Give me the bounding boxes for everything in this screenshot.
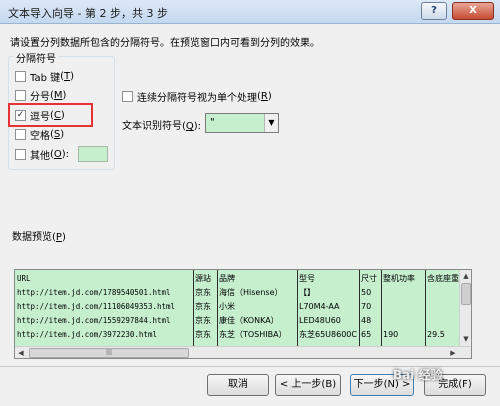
cell-weight: 29.5 [427,330,445,339]
data-preview-label: 数据预览(P) [12,232,66,243]
delimiter-semicolon-option[interactable]: 分号(M) [15,88,66,103]
table-row: http://item.jd.com/3972230.html 京东 东芝（TO… [15,328,459,341]
table-row: http://item.jd.com/1789540501.html 京东 海信… [15,286,459,299]
column-divider[interactable] [425,270,426,346]
cell-model: 东芝65U8600C [299,330,357,339]
cell-weight [425,314,459,327]
dropdown-arrow-icon[interactable]: ▼ [264,114,278,132]
vertical-scroll-thumb[interactable] [461,283,471,305]
cell-power: 整机功率 [383,274,415,283]
cell-source: 京东 [195,288,211,297]
column-divider[interactable] [193,270,194,346]
scroll-right-icon[interactable]: ▶ [447,347,459,358]
cell-size: 70 [361,302,372,311]
space-checkbox[interactable] [15,128,26,140]
column-divider[interactable] [297,270,298,346]
table-row: URL 源站 品牌 型号 尺寸 整机功率 含底座重 [15,272,459,285]
other-checkbox[interactable] [15,148,26,160]
data-preview-text: 数据预览 [12,232,52,243]
baidu-watermark: Bai 经验 [393,368,443,382]
space-hotkey: S [53,128,61,140]
tab-hotkey: T [64,70,71,82]
other-label: 其他 [30,150,50,162]
title-bar: 文本导入向导 - 第 2 步，共 3 步 ? X [0,0,500,24]
space-label: 空格 [30,130,50,142]
cell-source: 源站 [195,274,211,283]
column-divider[interactable] [381,270,382,346]
horizontal-scroll-thumb[interactable]: ||| [29,348,189,358]
text-qualifier-value: " [210,117,215,128]
preview-vertical-scrollbar[interactable]: ▲ ▼ [459,270,471,346]
help-button[interactable]: ? [421,2,447,20]
scroll-up-icon[interactable]: ▲ [460,270,471,282]
delimiter-space-option[interactable]: 空格(S) [15,127,64,142]
close-button[interactable]: X [452,2,494,20]
table-row: http://item.jd.com/11106049353.html 京东 小… [15,300,459,313]
tab-checkbox[interactable] [15,70,26,82]
cell-size: 50 [361,288,372,297]
column-divider[interactable] [359,270,360,346]
cell-power [381,300,425,313]
cell-weight: 含底座重 [427,274,459,283]
back-button[interactable]: < 上一步(B) [275,374,341,396]
cell-size: 65 [361,330,372,339]
consecutive-label: 连续分隔符号视为单个处理 [137,92,257,104]
delimiters-group-title: 分隔符号 [14,50,58,65]
cell-url: http://item.jd.com/1559297844.html [17,316,171,325]
consecutive-checkbox[interactable] [122,90,133,102]
cell-power: 190 [383,330,399,339]
other-delimiter-input[interactable] [78,146,108,162]
cell-model: LED48U60 [299,316,341,325]
cell-brand: 品牌 [219,274,235,283]
cell-url: http://item.jd.com/11106049353.html [17,302,176,311]
instruction-text: 请设置分列数据所包含的分隔符号。在预览窗口内可看到分列的效果。 [10,38,320,49]
column-divider[interactable] [217,270,218,346]
data-preview-panel: URL 源站 品牌 型号 尺寸 整机功率 含底座重 http://item.jd… [14,269,472,359]
other-hotkey: O [53,148,62,160]
semicolon-label: 分号 [30,91,50,103]
cell-size: 尺寸 [361,274,377,283]
semicolon-checkbox[interactable] [15,89,26,101]
cell-model: L70M4-AA [299,302,340,311]
data-preview-hotkey: P [55,232,62,243]
cell-brand: 海信（Hisense） [219,288,283,297]
cell-weight [425,286,459,299]
cell-brand: 康佳（KONKA） [219,316,279,325]
cell-brand: 小米 [219,302,235,311]
data-preview-grid: URL 源站 品牌 型号 尺寸 整机功率 含底座重 http://item.jd… [15,270,459,346]
cell-size: 48 [361,316,372,325]
semicolon-hotkey: M [53,89,63,101]
cell-brand: 东芝（TOSHIBA） [219,330,287,339]
scroll-left-icon[interactable]: ◀ [15,347,27,358]
cell-source: 京东 [195,302,211,311]
cell-power [381,314,425,327]
delimiter-other-option[interactable]: 其他(O): [15,147,69,162]
cell-model: 型号 [299,274,315,283]
consecutive-hotkey: R [260,90,268,102]
cell-weight [425,300,459,313]
cell-power [381,286,425,299]
cell-model: 【】 [299,288,315,297]
table-row: http://item.jd.com/1559297844.html 京东 康佳… [15,314,459,327]
cell-url: URL [17,274,31,283]
text-qualifier-label: 文本识别符号(Q): [122,121,202,132]
cancel-button[interactable]: 取消 [207,374,269,396]
text-qualifier-text: 文本识别符号 [122,121,182,132]
cell-source: 京东 [195,316,211,325]
tab-label: Tab 键 [30,72,61,84]
cell-url: http://item.jd.com/1789540501.html [17,288,171,297]
cell-url: http://item.jd.com/3972230.html [17,330,157,339]
window-title: 文本导入向导 - 第 2 步，共 3 步 [8,7,168,20]
text-import-wizard-dialog: 文本导入向导 - 第 2 步，共 3 步 ? X 请设置分列数据所包含的分隔符号… [0,0,500,406]
text-qualifier-select[interactable]: " ▼ [205,113,279,133]
consecutive-delimiters-option[interactable]: 连续分隔符号视为单个处理(R) [122,89,272,104]
delimiter-tab-option[interactable]: Tab 键(T) [15,69,74,84]
cell-source: 京东 [195,330,211,339]
comma-highlight-box [8,103,93,127]
preview-horizontal-scrollbar[interactable]: ◀ ||| ▶ [15,346,471,358]
scroll-down-icon[interactable]: ▼ [460,333,471,345]
text-qualifier-hotkey: Q [185,121,194,132]
